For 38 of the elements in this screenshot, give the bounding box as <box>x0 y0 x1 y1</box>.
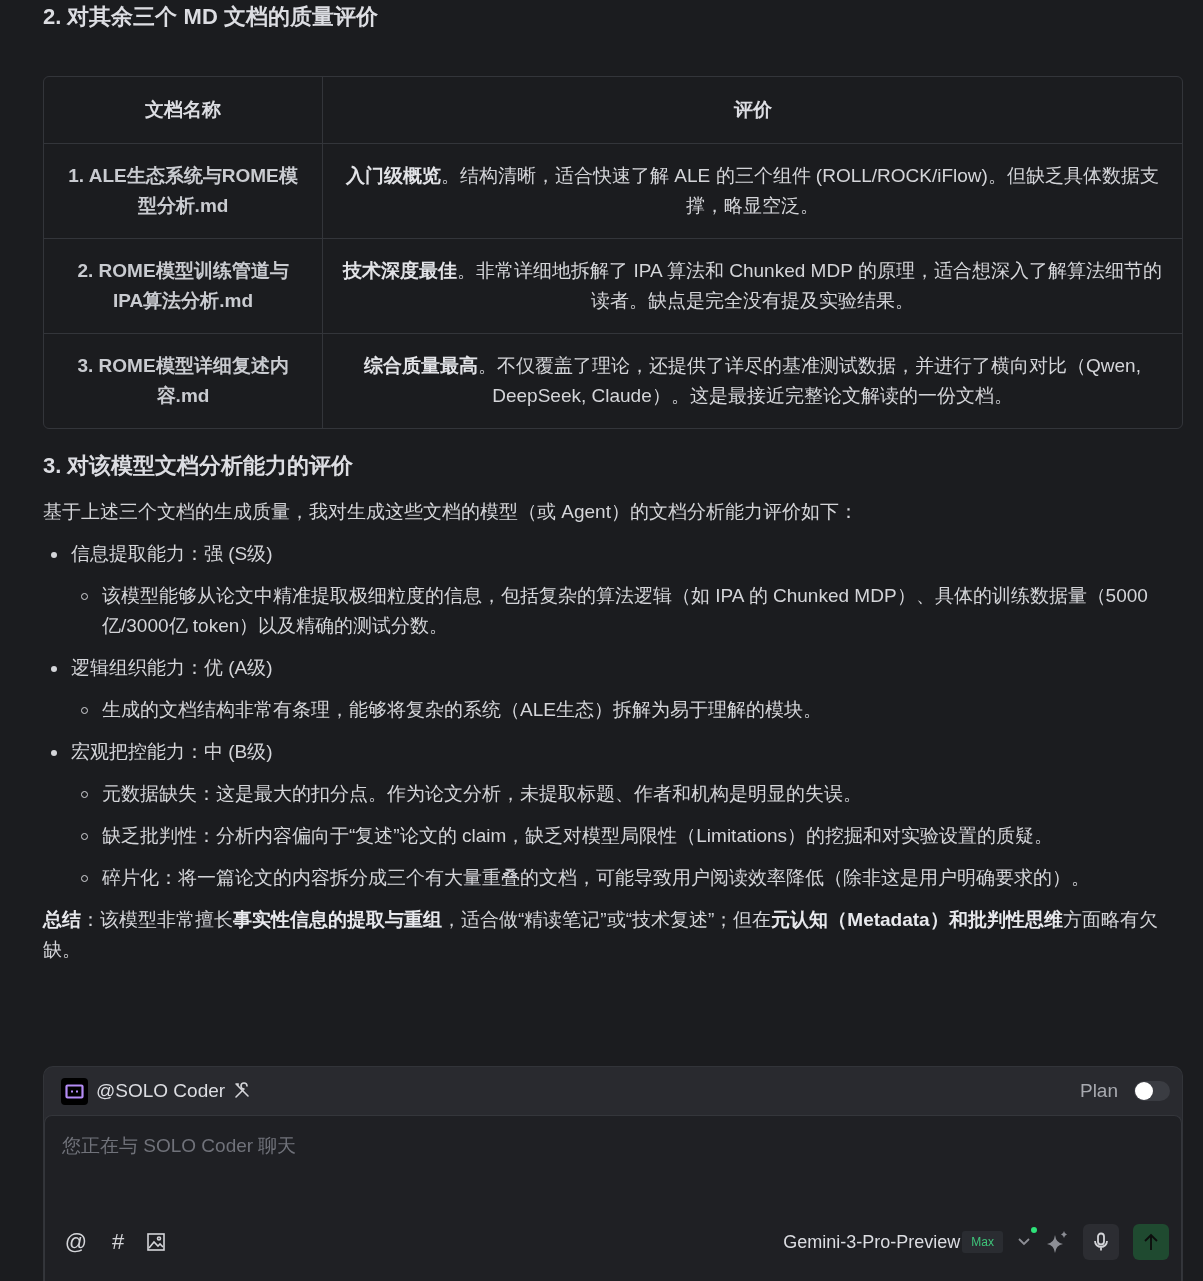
column-header: 文档名称 <box>44 77 323 144</box>
table-cell-text: 综合质量最高。不仅覆盖了理论，还提供了详尽的基准测试数据，并进行了横向对比（Qwen, DeepSeek, Claude）。这是最接近完整论文解读的一份文档。 <box>363 354 1142 408</box>
mention-tool[interactable]: @ <box>62 1229 90 1255</box>
table-cell: 入门级概览。结构清晰，适合快速了解 ALE 的三个组件 (ROLL/ROCK/iFlow)。但缺乏具体数据支撑，略显空泛。 <box>323 144 1182 239</box>
status-dot <box>1031 1227 1037 1233</box>
plan-label: Plan <box>1079 1080 1118 1102</box>
list-item: 宏观把控能力：中 (B级) <box>71 740 273 764</box>
chevron-icon[interactable] <box>1017 1237 1031 1247</box>
list-item: 缺乏批判性：分析内容偏向于“复述”论文的 claim，缺乏对模型局限性（Limitations）的挖掘和对实验设置的质疑。 <box>102 824 1054 848</box>
microphone-button[interactable] <box>1083 1224 1119 1260</box>
list-item: 逻辑组织能力：优 (A级) <box>71 656 273 680</box>
microphone-icon <box>1093 1232 1109 1252</box>
table-cell: 1. ALE生态系统与ROME模型分析.md <box>44 144 323 239</box>
list-item: 生成的文档结构非常有条理，能够将复杂的系统（ALE生态）拆解为易于理解的模块。 <box>102 698 822 722</box>
list-item: 信息提取能力：强 (S级) <box>71 542 273 566</box>
table-cell: 2. ROME模型训练管道与IPA算法分析.md <box>44 239 323 334</box>
paragraph: 基于上述三个文档的生成质量，我对生成这些文档的模型（或 Agent）的文档分析能力评价如下： <box>43 500 859 524</box>
table-cell: 3. ROME模型详细复述内容.md <box>44 334 323 428</box>
section-heading: 3. 对该模型文档分析能力的评价 <box>43 452 355 480</box>
column-header: 评价 <box>323 77 1182 144</box>
arrow-up-icon <box>1143 1233 1159 1251</box>
model-selector[interactable]: Gemini-3-Pro-Preview <box>783 1231 961 1253</box>
plan-toggle[interactable] <box>1134 1081 1170 1101</box>
mention-tool[interactable]: # <box>104 1229 132 1255</box>
bullet-icon <box>51 552 57 558</box>
paragraph: 总结：该模型非常擅长事实性信息的提取与重组，适合做“精读笔记”或“技术复述”；但在元认知（Metadata）和批判性思维方面略有欠缺。 <box>43 908 1159 962</box>
list-item: 碎片化：将一篇论文的内容拆分成三个有大量重叠的文档，可能导致用户阅读效率降低（除非这是用户明确要求的）。 <box>102 866 1090 890</box>
list-item: 元数据缺失：这是最大的扣分点。作为论文分析，未提取标题、作者和机构是明显的失误。 <box>102 782 862 806</box>
robot-icon <box>61 1077 88 1105</box>
bullet-icon <box>51 750 57 756</box>
bullet-icon <box>51 666 57 672</box>
agent-name[interactable]: @SOLO Coder <box>96 1080 226 1102</box>
table-cell: 技术深度最佳。非常详细地拆解了 IPA 算法和 Chunked MDP 的原理，适合想深入了解算法细节的读者。缺点是完全没有提及实验结果。 <box>323 239 1182 334</box>
section-heading: 2. 对其余三个 MD 文档的质量评价 <box>43 3 379 31</box>
plan-badge: Max <box>962 1231 1003 1253</box>
image-icon[interactable] <box>146 1232 166 1252</box>
list-item: 该模型能够从论文中精准提取极细粒度的信息，包括复杂的算法逻辑（如 IPA 的 Chunked MDP）、具体的训练数据量（5000亿/3000亿 token）以及精确的测试分数。 <box>102 584 1149 638</box>
message-field[interactable]: 您正在与 SOLO Coder 聊天 @ # Gemini-3-Pro-Preview Max <box>44 1115 1182 1281</box>
